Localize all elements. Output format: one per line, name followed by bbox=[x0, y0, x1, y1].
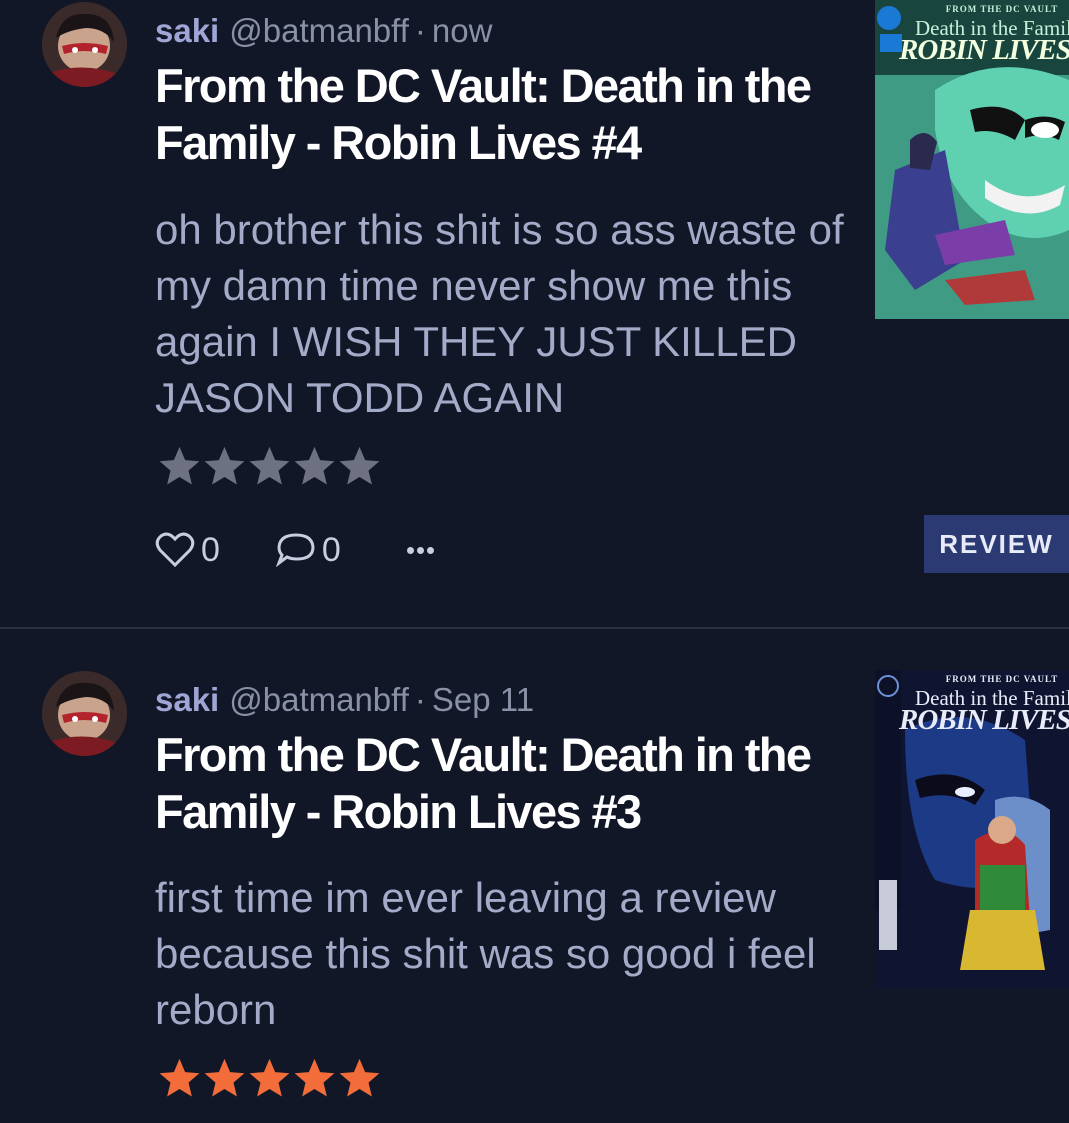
action-bar: 0 0 bbox=[155, 527, 434, 573]
comic-cover[interactable]: FROM THE DC VAULT Death in the Family RO… bbox=[875, 0, 1069, 319]
comment-icon bbox=[275, 532, 316, 568]
meta-separator: · bbox=[414, 681, 426, 718]
like-count: 0 bbox=[201, 530, 220, 569]
star-icon bbox=[157, 1056, 202, 1101]
star-icon bbox=[292, 444, 337, 489]
star-icon bbox=[247, 444, 292, 489]
star-icon bbox=[337, 1056, 382, 1101]
review-meta: saki @batmanbff · Sep 11 bbox=[155, 680, 534, 720]
timestamp: Sep 11 bbox=[431, 681, 535, 718]
star-rating bbox=[157, 444, 382, 489]
comic-title[interactable]: From the DC Vault: Death in the Family -… bbox=[155, 57, 845, 171]
more-icon[interactable] bbox=[406, 546, 434, 554]
timestamp: now bbox=[431, 12, 493, 49]
heart-icon bbox=[155, 532, 195, 568]
star-rating bbox=[157, 1056, 382, 1101]
like-button[interactable]: 0 bbox=[155, 531, 220, 570]
username[interactable]: saki bbox=[155, 681, 219, 718]
review-feed: saki @batmanbff · now From the DC Vault: De… bbox=[0, 0, 1069, 1123]
review-meta: saki @batmanbff · now bbox=[155, 11, 492, 51]
cover-title-line2: ROBIN LIVES! bbox=[899, 34, 1069, 66]
comic-title[interactable]: From the DC Vault: Death in the Family -… bbox=[155, 726, 845, 840]
meta-separator: · bbox=[414, 12, 426, 49]
review-card: saki @batmanbff · Sep 11 From the DC Vault:… bbox=[0, 629, 1069, 1123]
username[interactable]: saki bbox=[155, 12, 219, 49]
review-text: oh brother this shit is so ass waste of … bbox=[155, 206, 844, 421]
cover-sup-text: FROM THE DC VAULT bbox=[945, 4, 1059, 14]
star-icon bbox=[202, 444, 247, 489]
review-button[interactable]: REVIEW bbox=[924, 515, 1069, 573]
comment-button[interactable]: 0 bbox=[275, 530, 341, 570]
star-icon bbox=[292, 1056, 337, 1101]
cover-sup-text: FROM THE DC VAULT bbox=[945, 674, 1059, 684]
cover-title-line2: ROBIN LIVES! bbox=[899, 704, 1069, 736]
review-text: first time im ever leaving a review beca… bbox=[155, 874, 816, 1033]
review-card: saki @batmanbff · now From the DC Vault: De… bbox=[0, 0, 1069, 627]
comic-cover[interactable]: FROM THE DC VAULT Death in the Family RO… bbox=[875, 670, 1069, 988]
star-icon bbox=[337, 444, 382, 489]
user-handle[interactable]: @batmanbff bbox=[229, 12, 409, 49]
star-icon bbox=[247, 1056, 292, 1101]
user-handle[interactable]: @batmanbff bbox=[229, 681, 409, 718]
star-icon bbox=[202, 1056, 247, 1101]
avatar[interactable] bbox=[42, 671, 127, 756]
star-icon bbox=[157, 444, 202, 489]
comment-count: 0 bbox=[321, 530, 341, 569]
avatar[interactable] bbox=[42, 2, 127, 87]
